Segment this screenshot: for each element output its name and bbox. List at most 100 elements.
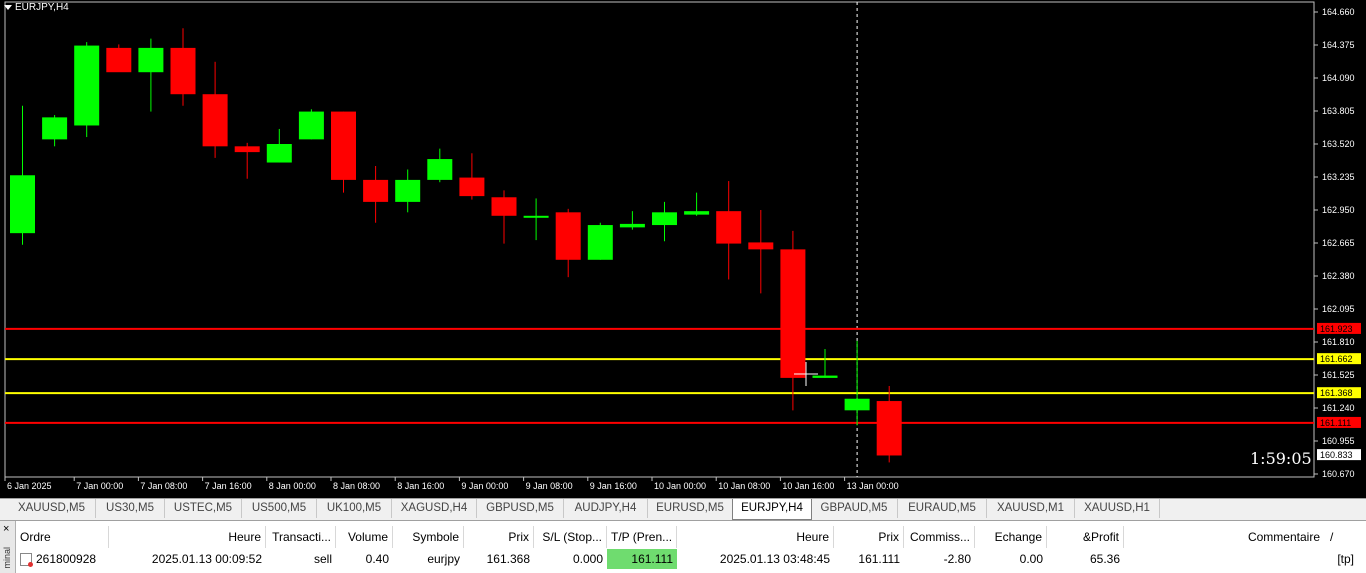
last-price-label: 160.833 xyxy=(1320,450,1353,460)
tab-euraud-m5[interactable]: EURAUD,M5 xyxy=(898,499,987,518)
tab-us30-m5[interactable]: US30,M5 xyxy=(96,499,165,518)
cell-swap: 0.00 xyxy=(1019,552,1043,566)
price-axis-label: 164.375 xyxy=(1322,40,1355,50)
tab-xauusd-m1[interactable]: XAUUSD,M1 xyxy=(987,499,1075,518)
tab-ustec-m5[interactable]: USTEC,M5 xyxy=(165,499,242,518)
tab-eurjpy-h4[interactable]: EURJPY,H4 xyxy=(732,499,812,520)
candle-body xyxy=(74,45,100,126)
candle-body xyxy=(812,375,838,378)
col-header-type[interactable]: Transacti... xyxy=(266,526,336,548)
time-axis-label: 10 Jan 16:00 xyxy=(782,481,834,491)
level-price-label: 161.111 xyxy=(1320,418,1351,428)
cell-close-price: 161.111 xyxy=(858,552,900,566)
time-axis-label: 8 Jan 00:00 xyxy=(269,481,316,491)
cell-close-time: 2025.01.13 03:48:45 xyxy=(719,552,830,566)
col-header-open-time[interactable]: Heure xyxy=(109,526,266,548)
candle-body xyxy=(780,249,806,378)
level-price-label: 161.662 xyxy=(1320,354,1353,364)
tab-uk100-m5[interactable]: UK100,M5 xyxy=(317,499,392,518)
chart-symbol-label: EURJPY,H4 xyxy=(15,2,69,13)
candle-body xyxy=(491,197,517,216)
cell-profit: 65.36 xyxy=(1089,552,1120,566)
time-axis-label: 7 Jan 16:00 xyxy=(205,481,252,491)
candle-body xyxy=(138,47,164,73)
candle-body xyxy=(427,159,453,180)
col-header-open-price[interactable]: Prix xyxy=(464,526,534,548)
candle-body xyxy=(523,215,549,218)
col-header-comment[interactable]: Commentaire xyxy=(1124,526,1324,548)
tab-xauusd-h1[interactable]: XAUUSD,H1 xyxy=(1075,499,1160,518)
col-header-take-profit[interactable]: T/P (Pren... xyxy=(607,526,677,548)
chart-title[interactable]: EURJPY,H4 xyxy=(4,2,69,13)
candle-body xyxy=(844,398,870,411)
col-header-stop-loss[interactable]: S/L (Stop... xyxy=(534,526,607,548)
price-axis-label: 164.660 xyxy=(1322,7,1355,17)
time-axis-label: 9 Jan 16:00 xyxy=(590,481,637,491)
price-axis-label: 164.090 xyxy=(1322,73,1355,83)
price-axis-label: 163.520 xyxy=(1322,139,1355,149)
cell-open-price: 161.368 xyxy=(486,552,530,566)
candle-body xyxy=(234,146,260,153)
price-axis-label: 163.805 xyxy=(1322,106,1355,116)
time-axis-label: 7 Jan 08:00 xyxy=(140,481,187,491)
col-header-more[interactable]: / xyxy=(1326,526,1346,548)
cell-order: 261800928 xyxy=(16,549,109,569)
candle-body xyxy=(684,211,710,215)
col-header-order[interactable]: Ordre xyxy=(16,526,109,548)
price-axis-label: 160.670 xyxy=(1322,469,1355,479)
tab-audjpy-h4[interactable]: AUDJPY,H4 xyxy=(564,499,648,518)
candle-body xyxy=(748,242,774,250)
col-header-volume[interactable]: Volume xyxy=(336,526,393,548)
candle-body xyxy=(170,47,196,95)
price-chart[interactable]: 164.660 164.375 164.090 163.805 163.520 163.2… xyxy=(0,0,1366,498)
time-axis-label: 9 Jan 08:00 xyxy=(526,481,573,491)
col-header-profit[interactable]: &Profit xyxy=(1047,526,1124,548)
col-header-symbol[interactable]: Symbole xyxy=(393,526,464,548)
price-axis-label: 161.525 xyxy=(1322,370,1355,380)
cell-volume: 0.40 xyxy=(365,552,389,566)
chart-window[interactable]: 164.660 164.375 164.090 163.805 163.520 163.2… xyxy=(0,0,1366,498)
candle-body xyxy=(298,111,324,140)
cell-take-profit: 161.111 xyxy=(607,549,677,569)
candle-body xyxy=(876,401,902,456)
tab-xagusd-h4[interactable]: XAGUSD,H4 xyxy=(392,499,477,518)
col-header-close-time[interactable]: Heure xyxy=(677,526,834,548)
candle-body xyxy=(266,144,292,163)
cell-open-time: 2025.01.13 00:09:52 xyxy=(151,552,262,566)
cell-comment: [tp] xyxy=(1337,552,1354,566)
price-axis-label: 162.095 xyxy=(1322,304,1355,314)
candle-body xyxy=(459,177,485,197)
trade-table-row[interactable]: 261800928 2025.01.13 00:09:52 sell 0.40 … xyxy=(16,549,1366,569)
cell-order-number: 261800928 xyxy=(36,552,97,566)
cell-stop-loss: 0.000 xyxy=(572,552,603,566)
tab-gbpaud-m5[interactable]: GBPAUD,M5 xyxy=(811,499,898,518)
cell-symbol: eurjpy xyxy=(427,552,460,566)
time-axis-label: 7 Jan 00:00 xyxy=(76,481,123,491)
cell-commission: -2.80 xyxy=(943,552,971,566)
candle-body xyxy=(42,117,68,140)
closed-order-icon xyxy=(20,553,33,568)
candle-body xyxy=(106,47,132,73)
price-axis-label: 161.240 xyxy=(1322,403,1355,413)
tab-gbpusd-m5[interactable]: GBPUSD,M5 xyxy=(477,499,564,518)
tab-us500-m5[interactable]: US500,M5 xyxy=(242,499,317,518)
price-axis-label: 163.235 xyxy=(1322,172,1355,182)
col-header-close-price[interactable]: Prix xyxy=(834,526,904,548)
time-axis-label: 13 Jan 00:00 xyxy=(847,481,899,491)
col-header-swap[interactable]: Echange xyxy=(975,526,1047,548)
candle-body xyxy=(587,225,613,260)
terminal-sidebar: × minal xyxy=(0,521,16,573)
price-axis-label: 162.380 xyxy=(1322,271,1355,281)
chart-menu-triangle-icon[interactable] xyxy=(4,5,12,10)
time-axis-label: 10 Jan 00:00 xyxy=(654,481,706,491)
col-header-commission[interactable]: Commiss... xyxy=(904,526,975,548)
candle-body xyxy=(202,94,228,147)
tab-xauusd-m5[interactable]: XAUUSD,M5 xyxy=(8,499,96,518)
cell-type: sell xyxy=(313,552,332,566)
terminal-close-icon[interactable]: × xyxy=(3,523,9,535)
candle-body xyxy=(363,179,389,202)
terminal-panel: × minal Ordre Heure Transacti... Volume … xyxy=(0,520,1366,573)
level-price-label: 161.368 xyxy=(1320,388,1353,398)
time-axis-label: 10 Jan 08:00 xyxy=(718,481,770,491)
tab-eurusd-m5[interactable]: EURUSD,M5 xyxy=(648,499,733,518)
